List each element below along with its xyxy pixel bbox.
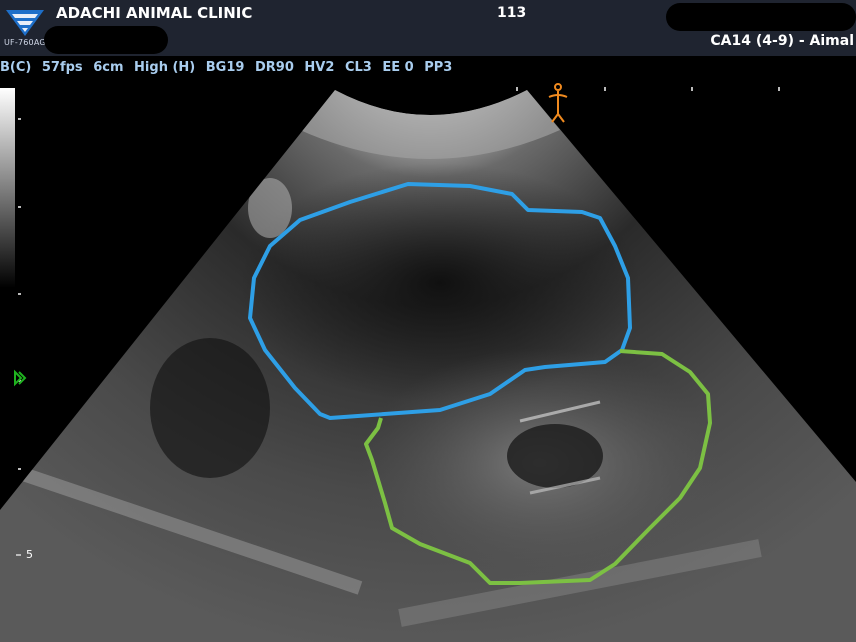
mode-label: B(C) (0, 60, 32, 75)
frequency-label: High (H) (134, 60, 196, 75)
grayscale-bar (0, 88, 15, 288)
image-number: 113 (497, 5, 527, 21)
logo-model-label: UF-760AG (4, 38, 46, 47)
ultrasound-image (0, 83, 856, 642)
dynamic-range-label: DR90 (254, 60, 294, 75)
header-bar: UF-760AG ADACHI ANIMAL CLINIC 113 CA14 (… (0, 0, 856, 56)
frame-rate-label: 57fps (41, 60, 83, 75)
gain-label: BG19 (205, 60, 245, 75)
depth-mark-label: 5 (26, 548, 33, 561)
probe-info: CA14 (4-9) - Aimal (710, 33, 854, 49)
clinic-name: ADACHI ANIMAL CLINIC (56, 4, 253, 22)
scan-sector (0, 90, 856, 642)
ee-label: EE 0 (382, 60, 414, 75)
cl-label: CL3 (344, 60, 372, 75)
patient-id-redaction (44, 26, 168, 54)
patient-name-redaction (666, 3, 856, 31)
body-orientation-icon (548, 83, 568, 123)
depth-label: 6cm (93, 60, 124, 75)
focus-marker-icon (14, 369, 27, 387)
hv-label: HV2 (304, 60, 335, 75)
pp-label: PP3 (424, 60, 453, 75)
acquisition-params: B(C) 57fps 6cm High (H) BG19 DR90 HV2 CL… (0, 60, 458, 75)
